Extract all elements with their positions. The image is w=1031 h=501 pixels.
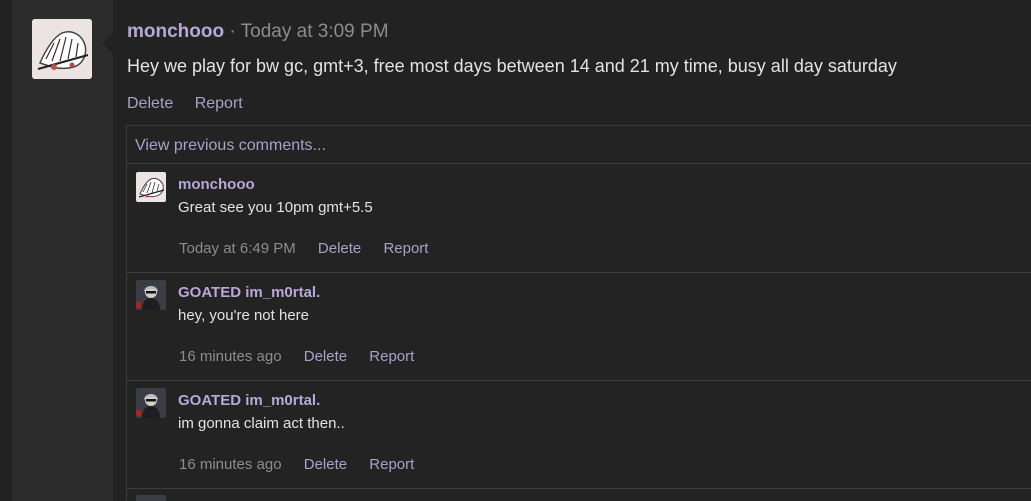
post-delete-link[interactable]: Delete: [127, 95, 173, 112]
comment-item: monchooo Great see you 10pm gmt+5.5 Toda…: [127, 164, 1031, 272]
profile-post-page: monchooo · Today at 3:09 PM Hey we play …: [0, 0, 1031, 501]
comment-report-link[interactable]: Report: [369, 348, 414, 365]
comment-author[interactable]: GOATED im_m0rtal.: [178, 284, 320, 301]
comment-author-avatar[interactable]: [136, 495, 166, 501]
comment-author[interactable]: GOATED im_m0rtal.: [178, 392, 320, 409]
author-avatar[interactable]: [32, 19, 92, 79]
post-timestamp[interactable]: Today at 3:09 PM: [241, 21, 389, 42]
comment-meta: 16 minutes ago Delete Report: [179, 348, 432, 365]
comment-author-avatar[interactable]: [136, 172, 166, 202]
comment-text: im gonna claim act then..: [178, 415, 345, 432]
comment-item: GOATED im_m0rtal. im gonna claim act the…: [127, 380, 1031, 488]
comment-report-link[interactable]: Report: [369, 456, 414, 473]
post-author[interactable]: monchooo: [127, 21, 224, 42]
message-pointer: [102, 33, 113, 53]
profile-avatar-icon: [136, 388, 166, 418]
profile-avatar-icon: [136, 280, 166, 310]
comment-time: Today at 6:49 PM: [179, 240, 296, 257]
comment-report-link[interactable]: Report: [383, 240, 428, 257]
comment-delete-link[interactable]: Delete: [304, 348, 347, 365]
sketch-avatar-icon: [32, 19, 92, 79]
sketch-avatar-icon: [136, 172, 166, 202]
comment-time: 16 minutes ago: [179, 348, 282, 365]
view-previous-comments-link[interactable]: View previous comments...: [135, 137, 326, 155]
comment-meta: Today at 6:49 PM Delete Report: [179, 240, 446, 257]
comment-delete-link[interactable]: Delete: [304, 456, 347, 473]
message-header: monchooo · Today at 3:09 PM: [127, 21, 389, 43]
comment-text: hey, you're not here: [178, 307, 310, 324]
post-actions: Delete Report: [127, 95, 260, 113]
comment-text: Great see you 10pm gmt+5.5: [178, 199, 373, 216]
comment-item: GOATED im_m0rtal. hey, you're not here 1…: [127, 272, 1031, 380]
comment-author-avatar[interactable]: [136, 388, 166, 418]
post-report-link[interactable]: Report: [195, 95, 243, 112]
comments-section: View previous comments... monchooo Great…: [126, 125, 1031, 501]
comment-author-avatar[interactable]: [136, 280, 166, 310]
comment-meta: 16 minutes ago Delete Report: [179, 456, 432, 473]
post-body: Hey we play for bw gc, gmt+3, free most …: [127, 56, 897, 76]
comment-author[interactable]: monchooo: [178, 176, 255, 193]
comment-time: 16 minutes ago: [179, 456, 282, 473]
comment-delete-link[interactable]: Delete: [318, 240, 361, 257]
header-separator: ·: [229, 21, 236, 42]
divider: [127, 488, 1031, 489]
